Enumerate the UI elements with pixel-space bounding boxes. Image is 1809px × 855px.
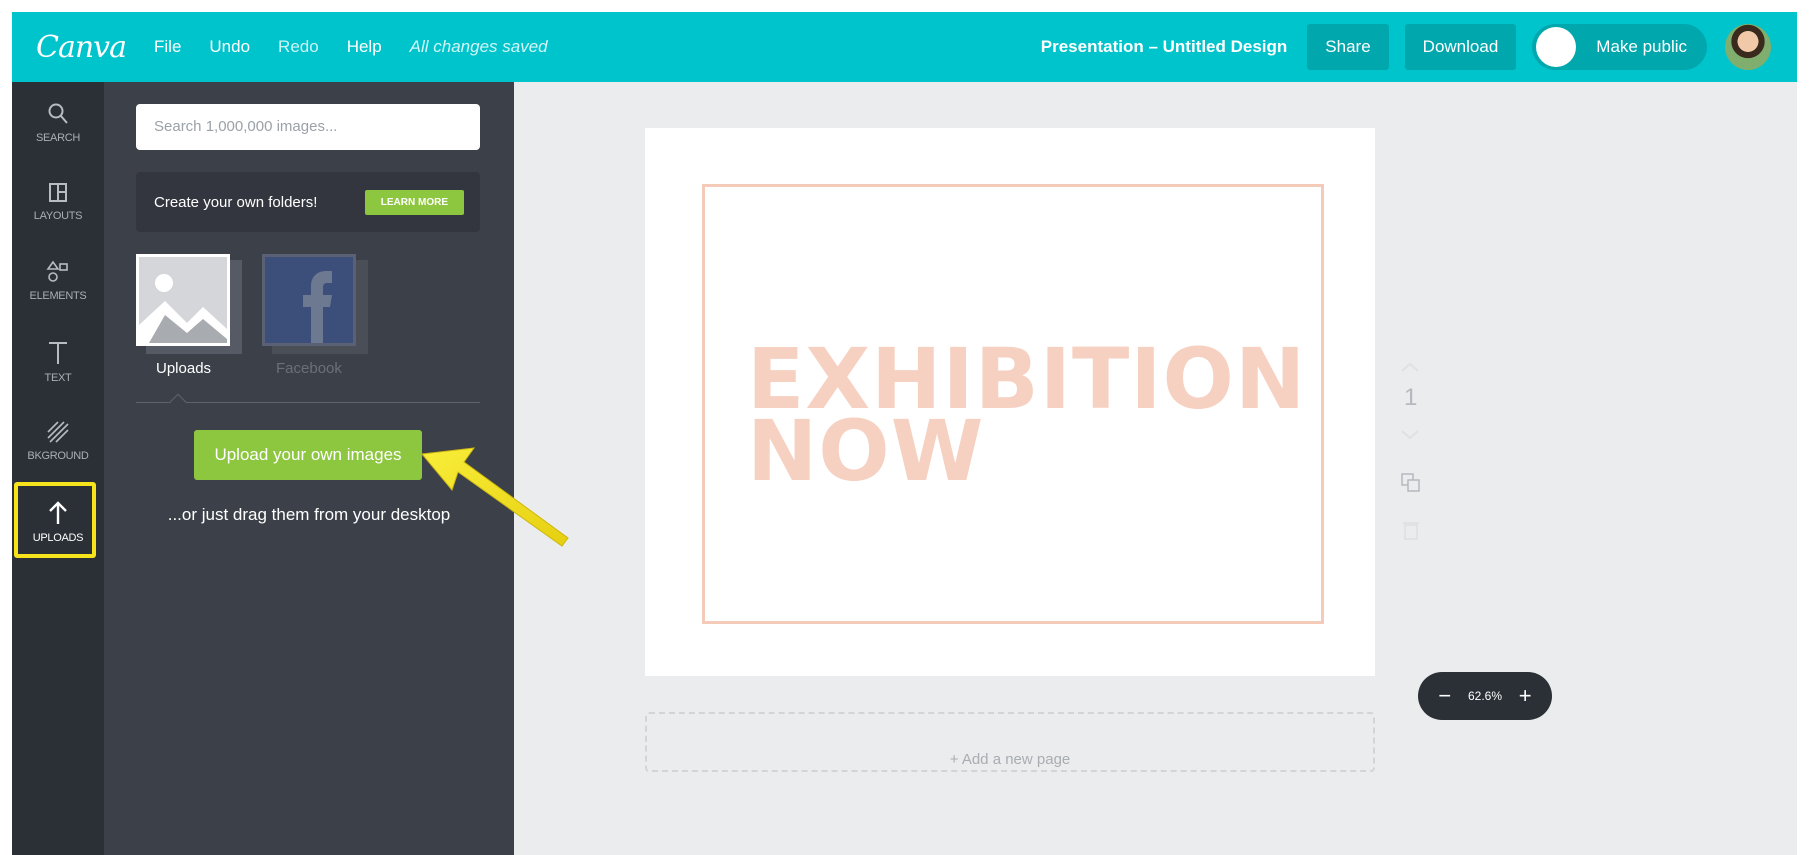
folders-promo: Create your own folders! LEARN MORE bbox=[136, 172, 480, 232]
add-new-page-button[interactable]: + Add a new page bbox=[645, 712, 1375, 772]
rail-label-layouts: LAYOUTS bbox=[33, 210, 83, 222]
image-search-input[interactable]: Search 1,000,000 images... bbox=[136, 104, 480, 150]
image-placeholder-icon bbox=[139, 257, 227, 343]
side-nav-rail: SEARCH LAYOUTS ELEMENTS TEXT BKGROUND UP… bbox=[12, 82, 104, 855]
user-avatar[interactable] bbox=[1725, 24, 1771, 70]
zoom-level: 62.6% bbox=[1467, 689, 1503, 703]
top-menu: File Undo Redo Help All changes saved bbox=[154, 37, 576, 57]
background-icon bbox=[47, 421, 69, 443]
promo-text: Create your own folders! bbox=[154, 193, 318, 211]
facebook-source-tile[interactable] bbox=[262, 254, 356, 346]
make-public-toggle[interactable]: Make public bbox=[1532, 24, 1707, 70]
page-up-icon[interactable] bbox=[1400, 362, 1420, 372]
canvas-headline[interactable]: EXHIBITION NOW bbox=[747, 337, 1306, 493]
copy-page-icon[interactable] bbox=[1400, 472, 1422, 494]
download-button[interactable]: Download bbox=[1404, 24, 1517, 70]
rail-item-layouts[interactable]: LAYOUTS bbox=[12, 182, 104, 222]
rail-label-elements: ELEMENTS bbox=[29, 290, 87, 302]
rail-label-background: BKGROUND bbox=[27, 450, 89, 462]
make-public-label: Make public bbox=[1596, 37, 1687, 56]
zoom-in-button[interactable]: + bbox=[1519, 683, 1532, 709]
rail-label-text: TEXT bbox=[44, 372, 72, 384]
rail-item-background[interactable]: BKGROUND bbox=[12, 420, 104, 462]
design-canvas[interactable]: EXHIBITION NOW bbox=[645, 128, 1375, 676]
canva-editor: Canva File Undo Redo Help All changes sa… bbox=[12, 12, 1797, 855]
top-bar: Canva File Undo Redo Help All changes sa… bbox=[12, 12, 1797, 82]
menu-help[interactable]: Help bbox=[347, 37, 382, 57]
save-status: All changes saved bbox=[409, 37, 548, 56]
uploads-source-tile[interactable] bbox=[136, 254, 230, 346]
search-icon bbox=[48, 103, 68, 124]
toggle-knob[interactable] bbox=[1536, 27, 1577, 67]
menu-redo[interactable]: Redo bbox=[278, 37, 319, 57]
facebook-icon bbox=[265, 257, 353, 343]
panel-divider bbox=[136, 402, 480, 403]
source-label-facebook: Facebook bbox=[276, 360, 342, 377]
text-icon bbox=[49, 342, 67, 364]
annotation-arrow-icon bbox=[421, 447, 569, 547]
rail-item-uploads[interactable]: UPLOADS bbox=[12, 500, 104, 544]
zoom-control: − 62.6% + bbox=[1418, 672, 1552, 720]
rail-label-uploads: UPLOADS bbox=[32, 532, 84, 544]
delete-page-icon[interactable] bbox=[1402, 520, 1420, 540]
page-number: 1 bbox=[1404, 384, 1418, 411]
upload-arrow-icon bbox=[49, 501, 67, 524]
layouts-icon bbox=[49, 183, 67, 202]
page-down-icon[interactable] bbox=[1400, 430, 1420, 440]
source-label-uploads: Uploads bbox=[156, 360, 212, 377]
zoom-out-button[interactable]: − bbox=[1438, 683, 1451, 709]
rail-item-text[interactable]: TEXT bbox=[12, 340, 104, 384]
upload-images-button[interactable]: Upload your own images bbox=[194, 430, 422, 480]
active-source-pointer bbox=[169, 393, 187, 411]
share-button[interactable]: Share bbox=[1307, 24, 1389, 70]
menu-file[interactable]: File bbox=[154, 37, 181, 57]
rail-item-search[interactable]: SEARCH bbox=[12, 102, 104, 144]
elements-icon bbox=[46, 260, 68, 282]
document-title[interactable]: Presentation – Untitled Design bbox=[1041, 37, 1288, 57]
top-actions: Presentation – Untitled Design Share Dow… bbox=[1041, 12, 1797, 82]
rail-item-elements[interactable]: ELEMENTS bbox=[12, 260, 104, 302]
rail-label-search: SEARCH bbox=[35, 132, 81, 144]
canva-logo[interactable]: Canva bbox=[36, 30, 132, 65]
drag-drop-hint: ...or just drag them from your desktop bbox=[167, 505, 451, 524]
menu-undo[interactable]: Undo bbox=[209, 37, 250, 57]
learn-more-button[interactable]: LEARN MORE bbox=[364, 190, 464, 215]
